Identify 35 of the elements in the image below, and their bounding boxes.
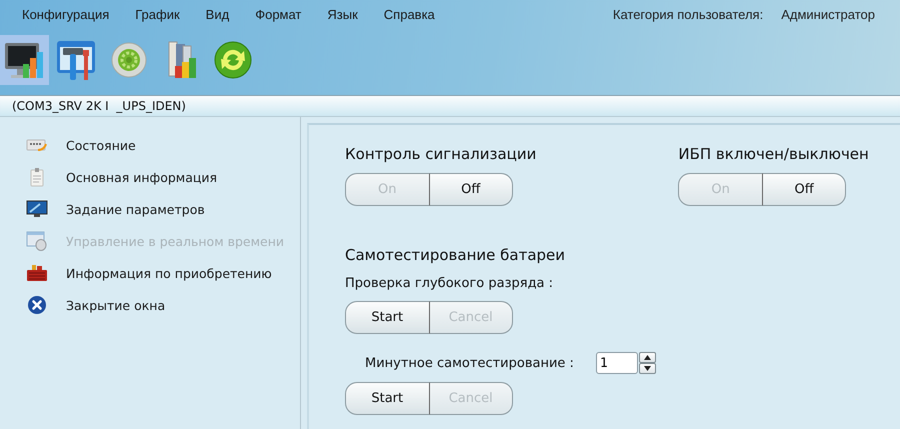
segment-button[interactable]: Off xyxy=(762,173,846,206)
sidebar-item[interactable]: Состояние xyxy=(0,133,300,157)
section-title: ИБП включен/выключен xyxy=(678,145,869,163)
spin-up-button[interactable] xyxy=(638,352,656,363)
sidebar-item[interactable]: Информация по приобретению xyxy=(0,261,300,285)
toolbar-button[interactable] xyxy=(0,35,49,85)
user-category-label: Категория пользователя: xyxy=(612,6,764,22)
sidebar-item[interactable]: Закрытие окна xyxy=(0,293,300,317)
spin-down-button[interactable] xyxy=(638,363,656,374)
menu-item[interactable]: Вид xyxy=(206,6,230,22)
device-path: (COM3_SRV 2K I _UPS_IDEN) xyxy=(12,99,186,113)
status-card-icon xyxy=(26,137,48,153)
menu-item[interactable]: Справка xyxy=(384,6,435,22)
window-mouse-icon xyxy=(26,231,48,251)
segment-button[interactable]: Start xyxy=(345,382,430,415)
segment-button[interactable]: Start xyxy=(345,301,430,334)
menu-item[interactable]: Язык xyxy=(327,6,358,22)
down-arrow-icon xyxy=(644,366,651,371)
user-category-value: Администратор xyxy=(781,6,875,22)
sidebar-item[interactable]: Задание параметров xyxy=(0,197,300,221)
menu-item[interactable]: Конфигурация xyxy=(22,6,110,22)
basket-icon xyxy=(26,264,48,282)
sidebar-item[interactable]: Основная информация xyxy=(0,165,300,189)
clipboard-icon xyxy=(29,167,45,187)
monitor-icon xyxy=(26,200,48,218)
segment-button[interactable]: Off xyxy=(430,173,513,206)
field-label: Минутное самотестирование : xyxy=(365,356,574,370)
section-title: Контроль сигнализации xyxy=(345,145,536,163)
field-label: Проверка глубокого разряда : xyxy=(345,276,554,291)
up-arrow-icon xyxy=(644,355,651,360)
section-title: Самотестирование батареи xyxy=(345,246,566,264)
close-icon xyxy=(27,295,47,315)
minutes-input[interactable]: 1 xyxy=(596,352,638,374)
menu-item[interactable]: График xyxy=(135,6,180,22)
menu-item[interactable]: Формат xyxy=(255,6,302,22)
